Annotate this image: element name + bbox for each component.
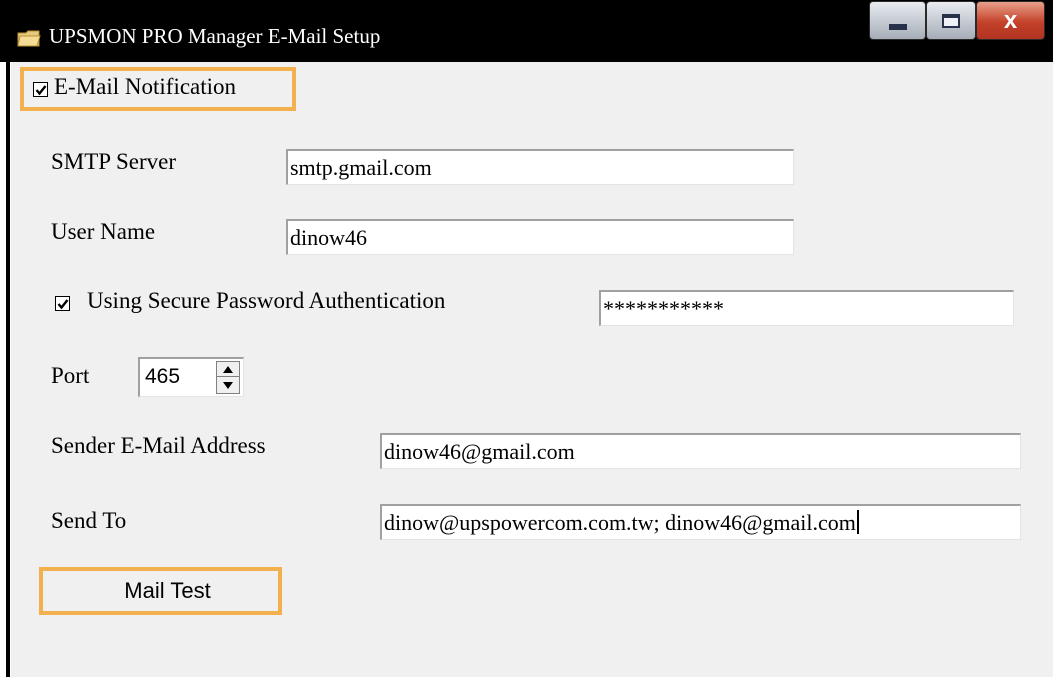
user-name-label: User Name xyxy=(51,219,156,244)
email-notification-label: E-Mail Notification xyxy=(54,74,237,99)
smtp-server-input[interactable]: smtp.gmail.com xyxy=(286,149,794,185)
secure-auth-label: Using Secure Password Authentication xyxy=(87,288,446,313)
user-name-input[interactable]: dinow46 xyxy=(286,219,794,255)
minimize-icon xyxy=(888,23,907,30)
sender-email-input[interactable]: dinow46@gmail.com xyxy=(380,433,1021,469)
secure-auth-checkbox[interactable] xyxy=(55,296,70,311)
window-title: UPSMON PRO Manager E-Mail Setup xyxy=(49,24,381,48)
title-bar[interactable]: UPSMON PRO Manager E-Mail Setup x xyxy=(0,0,1053,62)
send-to-input[interactable]: dinow@upspowercom.com.tw; dinow46@gmail.… xyxy=(380,504,1021,540)
minimize-button[interactable] xyxy=(869,1,926,40)
close-icon: x xyxy=(1003,6,1018,34)
send-to-value: dinow@upspowercom.com.tw; dinow46@gmail.… xyxy=(384,510,856,535)
arrow-up-icon xyxy=(223,365,233,373)
port-spinner[interactable]: 465 xyxy=(138,357,244,397)
arrow-down-icon xyxy=(223,382,233,389)
password-input[interactable]: *********** xyxy=(599,290,1014,326)
smtp-server-label: SMTP Server xyxy=(51,149,177,174)
checkmark-icon xyxy=(35,85,47,96)
text-caret xyxy=(856,510,859,534)
mail-test-highlight xyxy=(39,567,282,615)
port-spin-buttons xyxy=(216,361,240,394)
spin-up-button[interactable] xyxy=(217,362,239,377)
close-button[interactable]: x xyxy=(976,1,1045,40)
send-to-label: Send To xyxy=(51,508,127,533)
email-setup-window: UPSMON PRO Manager E-Mail Setup x E-Mail… xyxy=(0,0,1053,677)
window-left-edge xyxy=(0,62,11,677)
checkmark-icon xyxy=(57,299,69,310)
port-label: Port xyxy=(51,363,90,388)
email-notification-checkbox[interactable] xyxy=(33,82,48,97)
port-value: 465 xyxy=(145,365,181,388)
app-folder-icon xyxy=(17,30,41,47)
maximize-icon xyxy=(942,13,960,28)
maximize-button[interactable] xyxy=(926,1,976,40)
sender-email-label: Sender E-Mail Address xyxy=(51,433,266,458)
spin-down-button[interactable] xyxy=(217,378,239,393)
